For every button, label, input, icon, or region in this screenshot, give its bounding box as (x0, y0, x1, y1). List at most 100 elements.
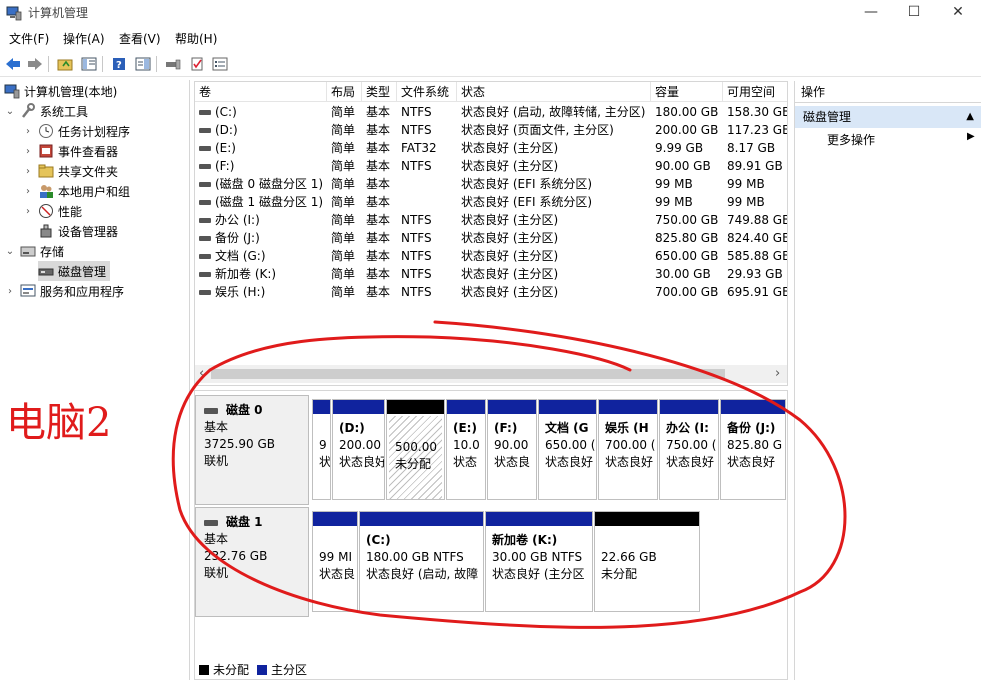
column-header-status[interactable]: 状态 (457, 82, 651, 102)
tree-item-local-users[interactable]: › 本地用户和组 (22, 181, 130, 201)
scrollbar-thumb[interactable] (211, 369, 725, 379)
chevron-right-icon[interactable]: › (22, 166, 34, 177)
list-view-icon[interactable] (210, 54, 230, 74)
help-icon[interactable]: ? (109, 54, 129, 74)
scroll-left-icon[interactable]: ‹ (199, 365, 204, 383)
volume-cell: 基本 (366, 177, 391, 191)
chevron-right-icon[interactable]: › (4, 286, 16, 297)
tree-item-storage[interactable]: ⌄ 存储 (4, 241, 64, 261)
volume-row[interactable]: (D:) 简单 基本 NTFS 状态良好 (页面文件, 主分区) 200.00 GB 117… (195, 121, 787, 139)
partition-status: 状态 (453, 455, 478, 469)
partition-color-bar (313, 400, 330, 414)
maximize-button[interactable]: ☐ (891, 0, 937, 26)
menu-help[interactable]: 帮助(H) (175, 30, 217, 47)
show-hide-tree-icon[interactable] (79, 54, 99, 74)
scroll-right-icon[interactable]: › (775, 365, 780, 383)
chevron-right-icon[interactable]: › (22, 206, 34, 217)
tree-item-system-tools[interactable]: ⌄ 系统工具 (4, 101, 88, 121)
tree-item-disk-management[interactable]: 磁盘管理 (38, 261, 111, 281)
connect-icon[interactable] (163, 54, 183, 74)
back-icon[interactable] (3, 54, 23, 74)
horizontal-scrollbar[interactable]: ‹ › (195, 365, 787, 383)
menu-view[interactable]: 查看(V) (119, 30, 161, 47)
volume-cell: 状态良好 (主分区) (461, 231, 559, 245)
disk1-partition[interactable]: 新加卷 (K:) 30.00 GB NTFS 状态良好 (主分区 (485, 511, 593, 612)
checklist-icon[interactable] (187, 54, 207, 74)
volume-cell: (磁盘 0 磁盘分区 1) (215, 177, 324, 191)
partition-size: 650.00 ( (545, 438, 596, 452)
chevron-right-icon[interactable]: › (22, 126, 34, 137)
volume-cell: 简单 (331, 195, 356, 209)
tree-label-storage: 存储 (40, 244, 65, 259)
partition-name: 文档 (G (545, 421, 589, 435)
disk0-info[interactable]: 磁盘 0 基本 3725.90 GB 联机 (195, 395, 309, 505)
minimize-button[interactable]: — (848, 0, 894, 26)
volume-cell: NTFS (401, 213, 432, 227)
volume-icon (199, 146, 211, 151)
volume-row[interactable]: 娱乐 (H:) 简单 基本 NTFS 状态良好 (主分区) 700.00 GB 695.91… (195, 283, 787, 301)
more-actions-item[interactable]: 更多操作 ▶ (827, 131, 975, 148)
volume-row[interactable]: (E:) 简单 基本 FAT32 状态良好 (主分区) 9.99 GB 8.17 GB (195, 139, 787, 157)
tree-item-device-manager[interactable]: 设备管理器 (38, 221, 118, 241)
volume-list-header: 卷 布局 类型 文件系统 状态 容量 可用空间 (195, 82, 787, 102)
column-header-filesystem[interactable]: 文件系统 (397, 82, 457, 102)
partition-status: 未分配 (601, 567, 638, 581)
tree-item-services[interactable]: › 服务和应用程序 (4, 281, 124, 301)
volume-row[interactable]: 备份 (J:) 简单 基本 NTFS 状态良好 (主分区) 825.80 GB 824.40… (195, 229, 787, 247)
toolbar: ? (0, 51, 981, 77)
column-header-volume[interactable]: 卷 (195, 82, 327, 102)
close-button[interactable]: ✕ (935, 0, 981, 26)
tree-item-event-viewer[interactable]: › 事件查看器 (22, 141, 118, 161)
menu-file[interactable]: 文件(F) (9, 30, 49, 47)
volume-cell: 749.88 GB (727, 213, 788, 227)
tree-item-shared-folders[interactable]: › 共享文件夹 (22, 161, 118, 181)
menu-action[interactable]: 操作(A) (63, 30, 105, 47)
disk0-partition[interactable]: 备份 (J:) 825.80 G 状态良好 (720, 399, 786, 500)
column-header-capacity[interactable]: 容量 (651, 82, 723, 102)
tree-root[interactable]: 计算机管理(本地) (4, 81, 117, 101)
volume-row[interactable]: (C:) 简单 基本 NTFS 状态良好 (启动, 故障转储, 主分区) 180.00 G… (195, 103, 787, 121)
volume-cell: 状态良好 (启动, 故障转储, 主分区) (461, 105, 646, 119)
disk0-partition[interactable]: 文档 (G 650.00 (状态良好 (538, 399, 597, 500)
properties-icon[interactable] (133, 54, 153, 74)
disk0-partition[interactable]: 娱乐 (H 700.00 (状态良好 (598, 399, 658, 500)
disk1-partition[interactable]: 22.66 GB 未分配 (594, 511, 700, 612)
collapse-up-icon[interactable]: ▲ (966, 106, 974, 128)
disk0-partition[interactable]: (D:) 200.00 状态良好 (332, 399, 385, 500)
volume-row[interactable]: (F:) 简单 基本 NTFS 状态良好 (主分区) 90.00 GB 89.91 GB (195, 157, 787, 175)
volume-row[interactable]: 办公 (I:) 简单 基本 NTFS 状态良好 (主分区) 750.00 GB 749.88… (195, 211, 788, 229)
disk1-partition[interactable]: 99 MI 状态良 (312, 511, 358, 612)
disk1-info[interactable]: 磁盘 1 基本 232.76 GB 联机 (195, 507, 309, 617)
disk0-partition[interactable]: (E:) 10.0 状态 (446, 399, 486, 500)
volume-cell: 状态良好 (主分区) (461, 249, 559, 263)
partition-color-bar (360, 512, 483, 526)
volume-row[interactable]: 新加卷 (K:) 简单 基本 NTFS 状态良好 (主分区) 30.00 GB 29.93 … (195, 265, 787, 283)
chevron-right-icon[interactable]: › (22, 146, 34, 157)
actions-section-disk-management[interactable]: 磁盘管理 ▲ (795, 106, 981, 128)
services-icon (20, 283, 36, 299)
column-header-free-space[interactable]: 可用空间 (723, 82, 787, 102)
volume-row[interactable]: 文档 (G:) 简单 基本 NTFS 状态良好 (主分区) 650.00 GB 585.88… (195, 247, 787, 265)
disk0-partition[interactable]: 500.00 未分配 (386, 399, 445, 500)
chevron-down-icon[interactable]: ⌄ (4, 106, 16, 117)
volume-cell (401, 175, 457, 193)
chevron-right-icon[interactable]: › (22, 186, 34, 197)
up-folder-icon[interactable] (55, 54, 75, 74)
disk0-partition[interactable]: (F:) 90.00 状态良 (487, 399, 537, 500)
column-header-layout[interactable]: 布局 (327, 82, 362, 102)
tree-label-event-viewer: 事件查看器 (58, 144, 119, 159)
volume-row[interactable]: (磁盘 0 磁盘分区 1) 简单 基本 状态良好 (EFI 系统分区) 99 MB 99 … (195, 175, 787, 193)
disk0-partition[interactable]: 9状 (312, 399, 331, 500)
volume-cell: 状态良好 (主分区) (461, 267, 559, 281)
volume-cell: 状态良好 (主分区) (461, 285, 559, 299)
volume-row[interactable]: (磁盘 1 磁盘分区 1) 简单 基本 状态良好 (EFI 系统分区) 99 MB 99 … (195, 193, 787, 211)
chevron-down-icon[interactable]: ⌄ (4, 246, 16, 257)
forward-icon[interactable] (25, 54, 45, 74)
volume-cell: 状态良好 (EFI 系统分区) (461, 195, 593, 209)
tree-item-task-scheduler[interactable]: › 任务计划程序 (22, 121, 130, 141)
column-header-type[interactable]: 类型 (362, 82, 397, 102)
disk1-partition[interactable]: (C:) 180.00 GB NTFS 状态良好 (启动, 故障 (359, 511, 484, 612)
partition-color-bar (447, 400, 485, 414)
tree-item-performance[interactable]: › 性能 (22, 201, 82, 221)
disk0-partition[interactable]: 办公 (I: 750.00 (状态良好 (659, 399, 719, 500)
